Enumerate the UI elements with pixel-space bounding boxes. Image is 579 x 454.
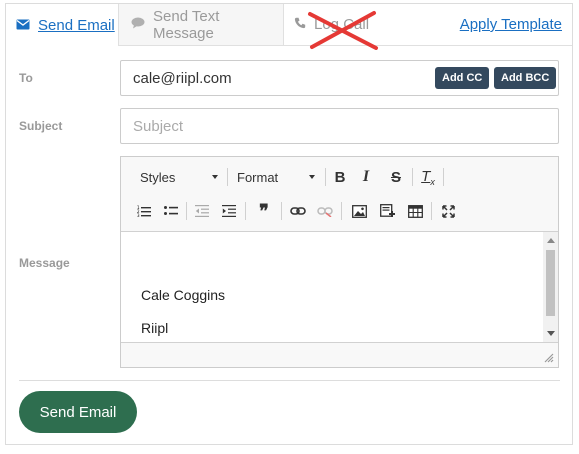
- strikethrough-icon: S: [390, 168, 401, 186]
- image-icon: [351, 204, 367, 218]
- strikethrough-button[interactable]: S: [385, 166, 407, 188]
- unlink-button[interactable]: [314, 200, 336, 222]
- tab-send-email[interactable]: Send Email: [6, 4, 118, 46]
- envelope-icon: [16, 17, 30, 34]
- subject-label: Subject: [19, 119, 63, 133]
- link-button[interactable]: [287, 200, 309, 222]
- to-label: To: [19, 71, 33, 85]
- send-email-button[interactable]: Send Email: [19, 391, 137, 433]
- message-body[interactable]: Cale Coggins Riipl: [121, 232, 543, 342]
- increase-indent-button[interactable]: [218, 200, 240, 222]
- rich-text-editor: Styles Format B I S Tx 1 2 3 ❞ Cale Cogg…: [120, 156, 559, 368]
- svg-text:3: 3: [137, 213, 140, 217]
- bulleted-list-button[interactable]: [160, 200, 182, 222]
- format-dropdown[interactable]: Format: [237, 167, 315, 187]
- italic-button[interactable]: I: [355, 166, 377, 188]
- maximize-icon: [441, 204, 455, 218]
- signature-company: Riipl: [141, 320, 169, 336]
- phone-icon: [294, 16, 306, 33]
- fullscreen-button[interactable]: [437, 200, 459, 222]
- styles-dropdown-label: Styles: [140, 169, 176, 185]
- bold-button[interactable]: B: [329, 166, 351, 188]
- scroll-up-icon[interactable]: [547, 238, 555, 243]
- bold-icon: B: [334, 168, 346, 186]
- add-document-icon: [379, 204, 395, 217]
- chevron-down-icon: [309, 175, 315, 179]
- decrease-indent-button[interactable]: [191, 200, 213, 222]
- remove-format-icon: Tx: [421, 167, 435, 187]
- chat-bubble-icon: [131, 16, 145, 33]
- scrollbar-thumb[interactable]: [546, 250, 555, 316]
- editor-toolbar: Styles Format B I S Tx 1 2 3 ❞: [121, 157, 558, 232]
- email-composer: Send Email Send Text Message Log Call Ap…: [5, 3, 573, 445]
- tab-send-text-label: Send Text Message: [153, 7, 220, 42]
- italic-icon: I: [362, 168, 370, 185]
- unlink-icon: [317, 207, 333, 217]
- tab-log-call-label: Log Call: [314, 16, 370, 33]
- outdent-icon: [195, 205, 209, 217]
- message-scrollbar[interactable]: [543, 232, 558, 342]
- format-dropdown-label: Format: [237, 169, 279, 185]
- blockquote-button[interactable]: ❞: [253, 200, 275, 222]
- tab-send-text-message[interactable]: Send Text Message: [118, 4, 284, 46]
- insert-template-button[interactable]: [376, 200, 398, 222]
- to-value: cale@riipl.com: [133, 69, 232, 87]
- insert-table-button[interactable]: [404, 200, 426, 222]
- table-icon: [407, 204, 423, 218]
- quote-icon: ❞: [259, 200, 269, 221]
- link-icon: [290, 207, 306, 215]
- resize-handle-icon[interactable]: [544, 353, 554, 363]
- chevron-down-icon: [212, 175, 218, 179]
- add-cc-button[interactable]: Add CC: [435, 67, 490, 89]
- tab-log-call[interactable]: Log Call: [284, 4, 378, 46]
- editor-statusbar: [121, 342, 558, 367]
- tab-bar: Send Email Send Text Message Log Call Ap…: [6, 4, 572, 46]
- indent-icon: [222, 205, 236, 217]
- styles-dropdown[interactable]: Styles: [140, 167, 218, 187]
- message-label: Message: [19, 256, 70, 270]
- add-bcc-button[interactable]: Add BCC: [494, 67, 557, 89]
- apply-template-link[interactable]: Apply Template: [460, 16, 562, 33]
- scroll-down-icon[interactable]: [547, 331, 555, 336]
- signature-name: Cale Coggins: [141, 287, 226, 303]
- bulleted-list-icon: [164, 206, 178, 215]
- tab-send-email-label: Send Email: [38, 16, 115, 34]
- insert-image-button[interactable]: [348, 200, 370, 222]
- numbered-list-icon: 123: [137, 205, 151, 217]
- form-divider: [19, 380, 560, 381]
- subject-input[interactable]: [120, 108, 559, 144]
- numbered-list-button[interactable]: 123: [133, 200, 155, 222]
- remove-format-button[interactable]: Tx: [417, 166, 439, 188]
